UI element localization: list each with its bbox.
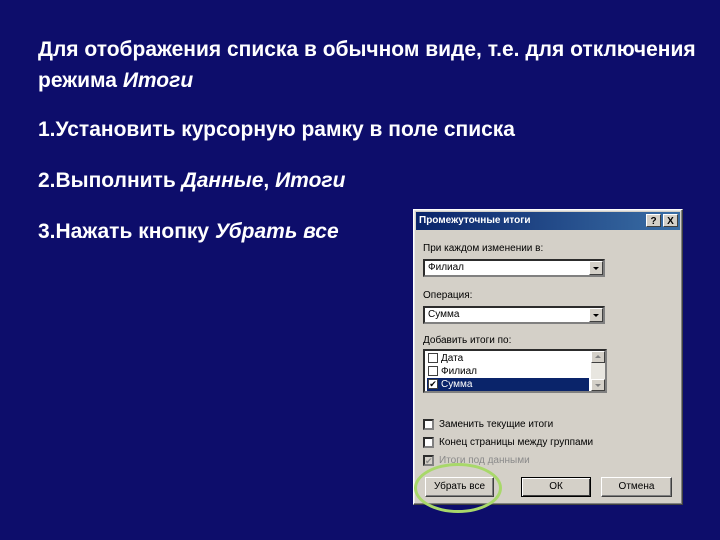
step-2-prefix: 2.Выполнить	[38, 169, 182, 192]
scroll-up-icon[interactable]	[591, 351, 605, 363]
page-break-option[interactable]: Конец страницы между группами	[423, 436, 593, 450]
ok-button[interactable]: ОК	[521, 477, 591, 497]
help-button[interactable]: ?	[646, 214, 661, 227]
step-1: 1.Установить курсорную рамку в поле спис…	[38, 114, 698, 145]
step-2-italic-totals: Итоги	[275, 169, 346, 192]
list-item-sum[interactable]: ✔ Сумма	[427, 378, 589, 391]
list-item-label: Филиал	[441, 366, 478, 377]
step-2-separator: ,	[263, 169, 276, 192]
list-scrollbar[interactable]	[591, 351, 605, 391]
option-label: Конец страницы между группами	[439, 437, 594, 448]
checkbox-icon[interactable]	[428, 366, 438, 376]
add-totals-listbox[interactable]: Дата Филиал ✔ Сумма	[423, 349, 607, 393]
replace-totals-option[interactable]: Заменить текущие итоги	[423, 418, 553, 432]
operation-label: Операция:	[423, 290, 473, 301]
intro-italic: Итоги	[122, 69, 194, 92]
list-item-label: Сумма	[441, 379, 473, 390]
close-button[interactable]: X	[663, 214, 678, 227]
step-3-italic: Убрать все	[214, 220, 339, 243]
operation-combo[interactable]: Сумма	[423, 306, 605, 324]
cancel-button[interactable]: Отмена	[601, 477, 672, 497]
highlight-ring	[414, 463, 502, 513]
scroll-down-icon[interactable]	[591, 379, 605, 391]
step-3-prefix: 3.Нажать кнопку	[38, 220, 215, 243]
checkbox-icon[interactable]	[423, 437, 434, 448]
subtotals-dialog: Промежуточные итоги ? X При каждом измен…	[413, 209, 683, 505]
chevron-down-icon[interactable]	[589, 308, 603, 322]
list-item-branch[interactable]: Филиал	[427, 365, 477, 378]
step-2: 2.Выполнить Данные, Итоги	[38, 165, 698, 196]
operation-value: Сумма	[428, 309, 460, 320]
option-label: Заменить текущие итоги	[439, 419, 554, 430]
group-by-label: При каждом изменении в:	[423, 243, 544, 254]
dialog-titlebar[interactable]: Промежуточные итоги ? X	[416, 212, 680, 230]
list-item-label: Дата	[441, 353, 464, 364]
checkbox-checked-icon[interactable]: ✔	[428, 379, 438, 389]
dialog-title: Промежуточные итоги	[419, 215, 531, 226]
chevron-down-icon[interactable]	[589, 261, 603, 275]
checkbox-icon[interactable]	[423, 419, 434, 430]
intro-paragraph: Для отображения списка в обычном виде, т…	[38, 34, 698, 96]
step-2-italic-data: Данные	[181, 169, 264, 192]
step-1-text: 1.Установить курсорную рамку в поле спис…	[38, 118, 515, 141]
group-by-combo[interactable]: Филиал	[423, 259, 605, 277]
checkbox-checked-icon: ✔	[423, 455, 434, 466]
add-totals-label: Добавить итоги по:	[423, 335, 512, 346]
checkbox-icon[interactable]	[428, 353, 438, 363]
group-by-value: Филиал	[428, 262, 465, 273]
list-item-date[interactable]: Дата	[427, 352, 463, 365]
